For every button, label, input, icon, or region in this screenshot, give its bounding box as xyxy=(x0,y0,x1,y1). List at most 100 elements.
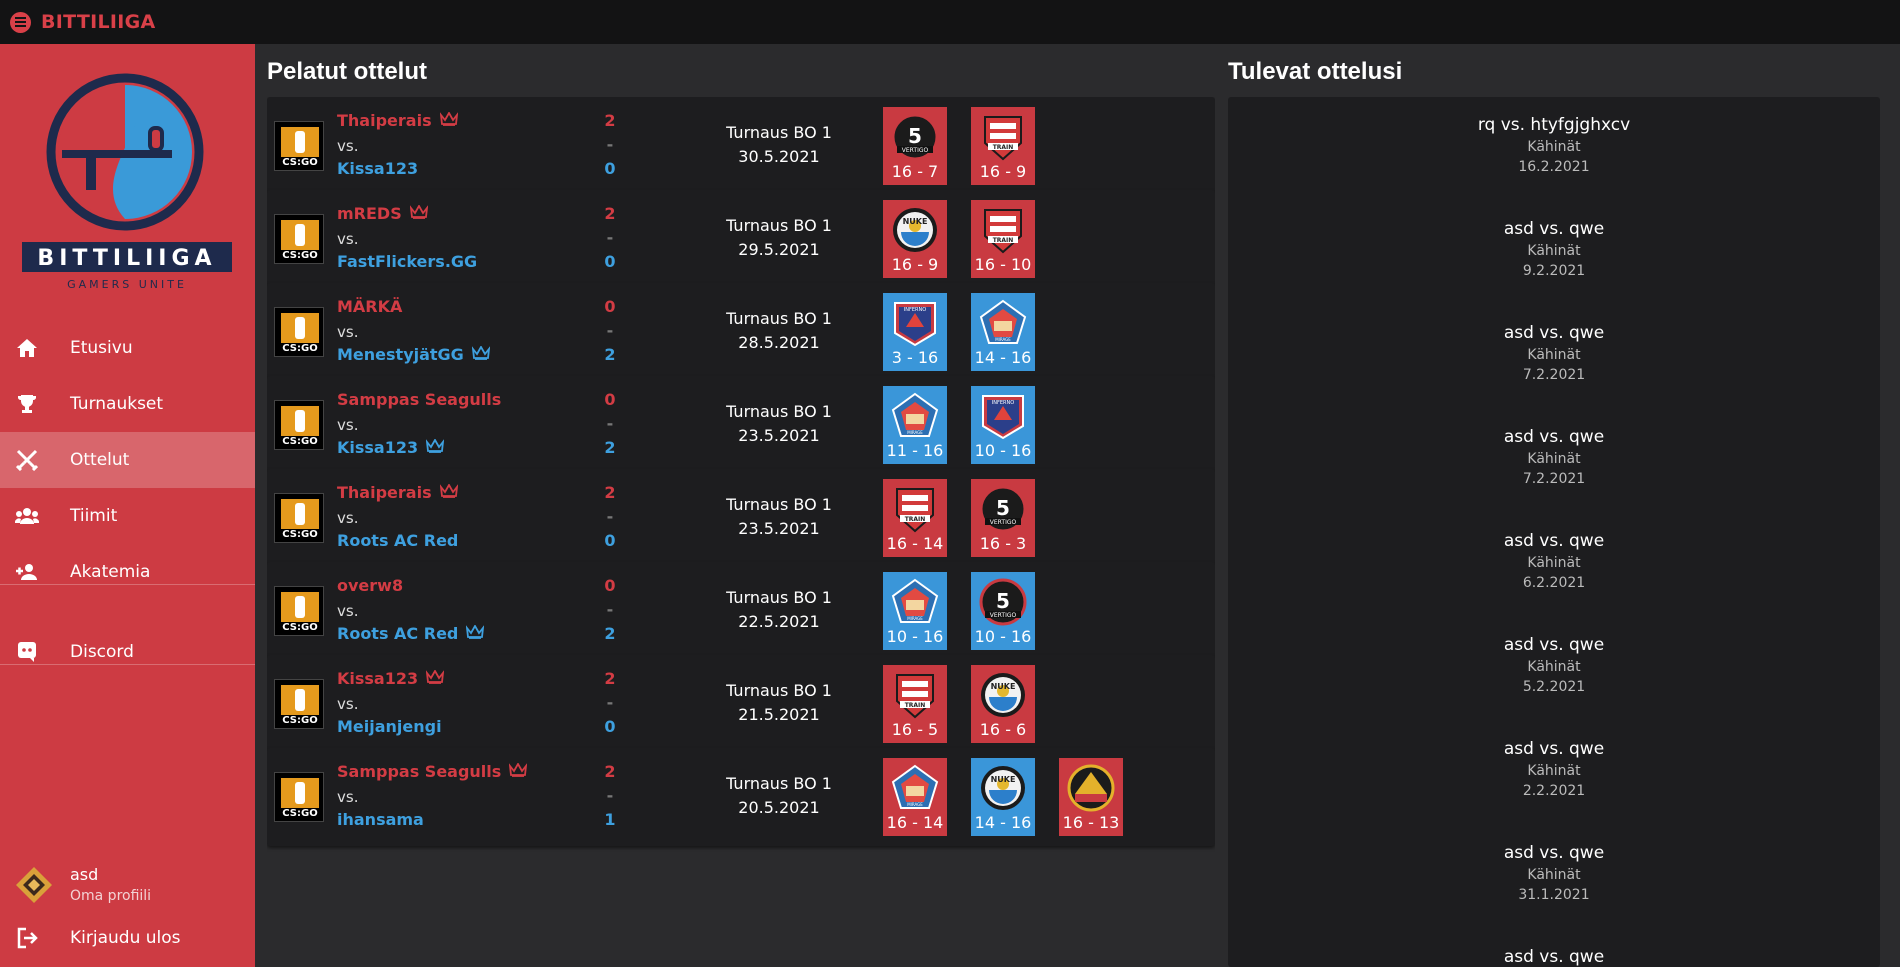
upcoming-match[interactable]: asd vs. qwe Kähinät 2.2.2021 xyxy=(1228,739,1880,799)
team1[interactable]: mREDS xyxy=(337,204,428,223)
map-result-mirage[interactable]: MIRAGE 11 - 16 xyxy=(883,386,947,464)
nav-label: Akatemia xyxy=(70,562,151,582)
match-card[interactable]: CS:GO mREDS vs. FastFlickers.GG 2 - 0 Turnaus B… xyxy=(267,190,1215,288)
team1-name: Thaiperais xyxy=(337,111,432,130)
nav-item-akatemia[interactable]: Akatemia xyxy=(0,544,255,600)
upcoming-match[interactable]: asd vs. qweKähinät xyxy=(1228,947,1880,967)
upcoming-match[interactable]: asd vs. qwe Kähinät 6.2.2021 xyxy=(1228,531,1880,591)
upcoming-match[interactable]: asd vs. qwe Kähinät 9.2.2021 xyxy=(1228,219,1880,279)
profile-link[interactable]: asd Oma profiili xyxy=(0,851,255,917)
crown-icon xyxy=(439,483,458,502)
match-card[interactable]: CS:GO Samppas Seagulls vs. ihansama 2 - 1 Turna… xyxy=(267,748,1215,846)
tournament-info: Turnaus BO 1 20.5.2021 xyxy=(677,772,881,820)
team1[interactable]: Samppas Seagulls xyxy=(337,762,528,781)
app-brand[interactable]: BITTILIIGA xyxy=(41,11,156,33)
nav-item-tiimit[interactable]: Tiimit xyxy=(0,488,255,544)
team2[interactable]: Roots AC Red xyxy=(337,531,458,550)
tournament-info: Turnaus BO 1 23.5.2021 xyxy=(677,400,881,448)
nav-item-etusivu[interactable]: Etusivu xyxy=(0,320,255,376)
upcoming-type: Kähinät xyxy=(1527,347,1581,363)
nav-item-ottelut[interactable]: Ottelut xyxy=(0,432,255,488)
match-card[interactable]: CS:GO Kissa123 vs. Meijanjengi 2 - 0 Turnaus BO… xyxy=(267,655,1215,753)
svg-text:VERTIGO: VERTIGO xyxy=(990,519,1017,526)
map-result-mirage[interactable]: MIRAGE 16 - 14 xyxy=(883,758,947,836)
upcoming-match[interactable]: asd vs. qwe Kähinät 7.2.2021 xyxy=(1228,323,1880,383)
team2-name: ihansama xyxy=(337,810,424,829)
team1-name: overw8 xyxy=(337,576,404,595)
team1[interactable]: MÄRKÄ xyxy=(337,297,402,316)
map-result-nuke[interactable]: NUKE 16 - 9 xyxy=(883,200,947,278)
map-score: 10 - 16 xyxy=(886,627,944,646)
team2[interactable]: ihansama xyxy=(337,810,424,829)
logout-label: Kirjaudu ulos xyxy=(70,928,181,948)
crown-icon xyxy=(466,624,485,643)
tournament-info: Turnaus BO 1 21.5.2021 xyxy=(677,679,881,727)
upcoming-teams: asd vs. qwe xyxy=(1503,427,1605,447)
map-score: 16 - 9 xyxy=(979,162,1027,181)
map-result-mirage[interactable]: MIRAGE 10 - 16 xyxy=(883,572,947,650)
svg-text:TRAIN: TRAIN xyxy=(993,144,1014,151)
team1[interactable]: Samppas Seagulls xyxy=(337,390,501,409)
team2[interactable]: Kissa123 xyxy=(337,438,445,457)
svg-text:INFERNO: INFERNO xyxy=(992,400,1014,406)
map-result-nuke[interactable]: NUKE 16 - 6 xyxy=(971,665,1035,743)
score-separator: - xyxy=(606,321,614,340)
team2-name: FastFlickers.GG xyxy=(337,252,478,271)
upcoming-teams: asd vs. qwe xyxy=(1503,947,1605,967)
match-card[interactable]: CS:GO Thaiperais vs. Roots AC Red 2 - 0 Turnaus… xyxy=(267,469,1215,567)
team2[interactable]: FastFlickers.GG xyxy=(337,252,477,271)
match-type: Turnaus BO 1 xyxy=(726,588,832,607)
team2[interactable]: Kissa123 xyxy=(337,159,418,178)
team2-name: Kissa123 xyxy=(337,438,419,457)
vertigo-map-icon: 5VERTIGO xyxy=(891,113,939,161)
upcoming-teams: asd vs. qwe xyxy=(1503,531,1605,551)
map-result-vertigo[interactable]: 5 VERTIGO 16 - 7 xyxy=(883,107,947,185)
upcoming-match[interactable]: asd vs. qwe Kähinät 5.2.2021 xyxy=(1228,635,1880,695)
nav-item-turnaukset[interactable]: Turnaukset xyxy=(0,376,255,432)
logout-button[interactable]: Kirjaudu ulos xyxy=(0,910,255,966)
upcoming-match[interactable]: rq vs. htyfgjghxcv Kähinät 16.2.2021 xyxy=(1228,115,1880,175)
nav-label: Turnaukset xyxy=(70,394,164,414)
map-result-train[interactable]: TRAIN 16 - 10 xyxy=(971,200,1035,278)
team2-name: Kissa123 xyxy=(337,159,419,178)
team1-name: MÄRKÄ xyxy=(337,297,403,316)
menu-icon[interactable] xyxy=(10,11,31,33)
csgo-icon: CS:GO xyxy=(274,307,324,357)
map-result-vertigo[interactable]: 5 VERTIGO 10 - 16 xyxy=(971,572,1035,650)
tournament-info: Turnaus BO 1 30.5.2021 xyxy=(677,121,881,169)
bittiliiga-logo[interactable]: BITTILIIGA GAMERS UNITE xyxy=(22,72,232,317)
match-card[interactable]: CS:GO overw8 vs. Roots AC Red 0 - 2 Turnaus BO … xyxy=(267,562,1215,660)
map-result-inferno[interactable]: INFERNO 3 - 16 xyxy=(883,293,947,371)
match-card[interactable]: CS:GO Samppas Seagulls vs. Kissa123 0 - 2 Turna… xyxy=(267,376,1215,474)
team2[interactable]: Meijanjengi xyxy=(337,717,442,736)
map-result-train[interactable]: TRAIN 16 - 5 xyxy=(883,665,947,743)
svg-text:NUKE: NUKE xyxy=(903,217,928,226)
svg-text:NUKE: NUKE xyxy=(991,682,1016,691)
upcoming-matches-title: Tulevat ottelusi xyxy=(1228,58,1403,85)
map-result-inferno[interactable]: INFERNO 10 - 16 xyxy=(971,386,1035,464)
map-result-train[interactable]: TRAIN 16 - 9 xyxy=(971,107,1035,185)
team1[interactable]: Thaiperais xyxy=(337,111,458,130)
upcoming-match[interactable]: asd vs. qwe Kähinät 7.2.2021 xyxy=(1228,427,1880,487)
map-result-mirage[interactable]: MIRAGE 14 - 16 xyxy=(971,293,1035,371)
team2[interactable]: MenestyjätGG xyxy=(337,345,490,364)
team2-name: MenestyjätGG xyxy=(337,345,464,364)
map-score: 14 - 16 xyxy=(974,348,1032,367)
match-type: Turnaus BO 1 xyxy=(726,216,832,235)
upcoming-match[interactable]: asd vs. qwe Kähinät 31.1.2021 xyxy=(1228,843,1880,903)
team1[interactable]: Thaiperais xyxy=(337,483,458,502)
avatar xyxy=(16,867,52,903)
match-card[interactable]: CS:GO MÄRKÄ vs. MenestyjätGG 0 - 2 Turnaus BO 1… xyxy=(267,283,1215,381)
nav-item-discord[interactable]: Discord xyxy=(0,624,255,680)
team1[interactable]: Kissa123 xyxy=(337,669,445,688)
csgo-icon: CS:GO xyxy=(274,214,324,264)
vertigo-map-icon: 5VERTIGO xyxy=(979,485,1027,533)
team2[interactable]: Roots AC Red xyxy=(337,624,485,643)
map-result-vertigo[interactable]: 5 VERTIGO 16 - 3 xyxy=(971,479,1035,557)
team1[interactable]: overw8 xyxy=(337,576,403,595)
map-result-dust2[interactable]: 16 - 13 xyxy=(1059,758,1123,836)
match-card[interactable]: CS:GO Thaiperais vs. Kissa123 2 - 0 Turnaus BO … xyxy=(267,97,1215,195)
map-result-train[interactable]: TRAIN 16 - 14 xyxy=(883,479,947,557)
vs-label: vs. xyxy=(337,137,359,155)
map-result-nuke[interactable]: NUKE 14 - 16 xyxy=(971,758,1035,836)
